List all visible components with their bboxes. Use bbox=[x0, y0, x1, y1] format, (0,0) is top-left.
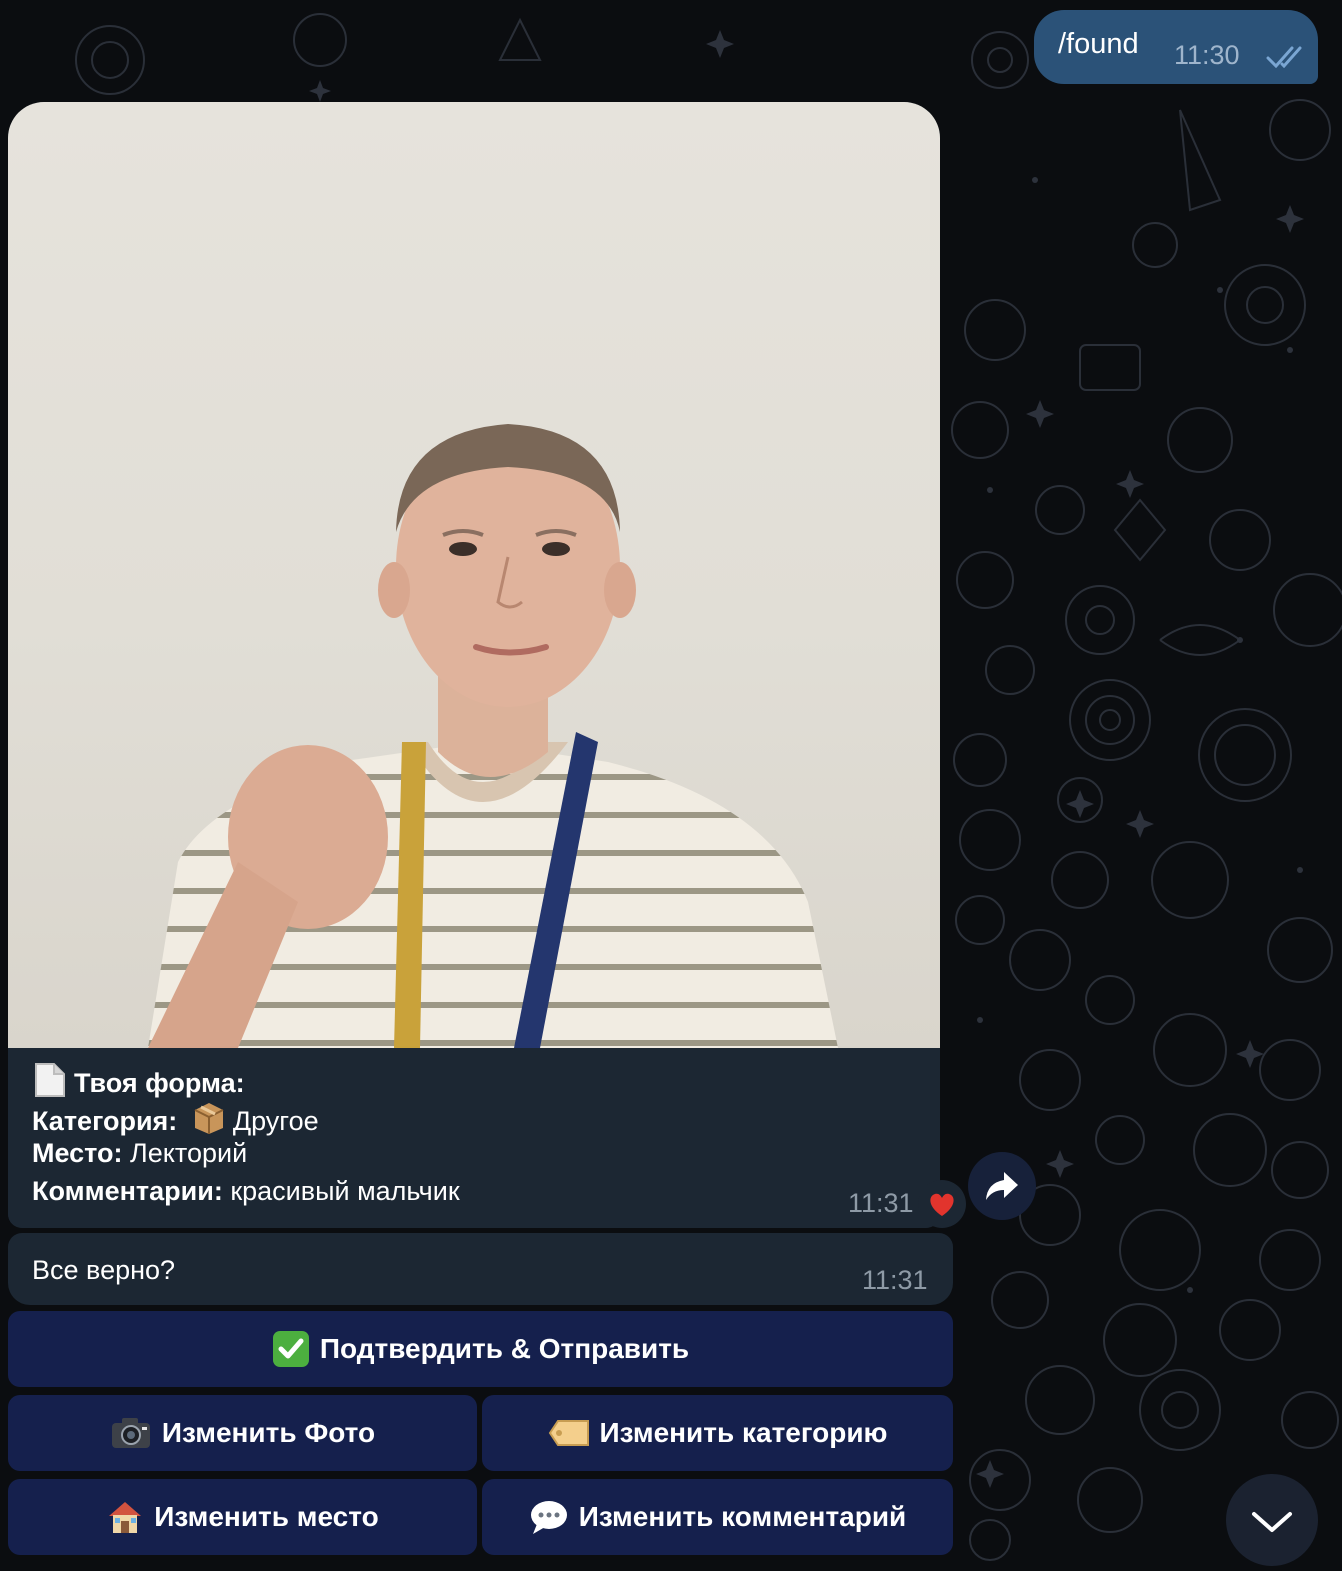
check-mark-icon bbox=[272, 1330, 310, 1368]
edit-category-button[interactable]: Изменить категорию bbox=[482, 1395, 953, 1471]
edit-place-button[interactable]: Изменить место bbox=[8, 1479, 477, 1555]
outgoing-message-bubble[interactable]: /found 11:30 bbox=[1034, 10, 1318, 84]
scroll-down-button[interactable] bbox=[1226, 1474, 1318, 1566]
chevron-down-icon bbox=[1252, 1512, 1292, 1532]
confirm-send-button[interactable]: Подтвердить & Отправить bbox=[8, 1311, 953, 1387]
comments-value: красивый мальчик bbox=[230, 1176, 460, 1206]
outgoing-message-time: 11:30 bbox=[1174, 40, 1240, 70]
place-label: Место: bbox=[32, 1138, 123, 1168]
camera-icon bbox=[110, 1416, 152, 1450]
confirm-question-text: Все верно? bbox=[32, 1255, 176, 1285]
house-icon bbox=[106, 1498, 144, 1536]
form-title: Твоя форма: bbox=[74, 1068, 245, 1098]
outgoing-message-text: /found bbox=[1058, 28, 1139, 60]
confirm-send-label: Подтвердить & Отправить bbox=[319, 1333, 690, 1364]
confirm-question-time: 11:31 bbox=[862, 1265, 928, 1295]
edit-comment-label: Изменить комментарий bbox=[578, 1501, 907, 1532]
forward-button[interactable] bbox=[968, 1152, 1036, 1220]
form-title-line: Твоя форма: bbox=[32, 1062, 245, 1105]
bot-photo-message: Твоя форма: Категория: Другое Место: Лек… bbox=[8, 102, 940, 1228]
person-photo-illustration bbox=[148, 424, 838, 1048]
comments-line: Комментарии: красивый мальчик bbox=[32, 1176, 460, 1207]
confirm-question-message: Все верно? 11:31 bbox=[8, 1233, 953, 1305]
edit-photo-label: Изменить Фото bbox=[161, 1417, 376, 1448]
edit-place-label: Изменить место bbox=[154, 1501, 379, 1532]
place-line: Место: Лекторий bbox=[32, 1138, 247, 1169]
edit-photo-button[interactable]: Изменить Фото bbox=[8, 1395, 477, 1471]
heart-icon[interactable] bbox=[918, 1180, 966, 1228]
double-check-icon bbox=[1266, 46, 1308, 73]
submitted-photo[interactable] bbox=[8, 102, 940, 1048]
form-caption: Твоя форма: Категория: Другое Место: Лек… bbox=[8, 1048, 940, 1228]
comments-label: Комментарии: bbox=[32, 1176, 223, 1206]
label-tag-icon bbox=[548, 1418, 590, 1448]
edit-category-label: Изменить категорию bbox=[599, 1417, 888, 1448]
photo-message-time: 11:31 bbox=[848, 1188, 914, 1218]
category-value: Другое bbox=[232, 1106, 319, 1136]
edit-comment-button[interactable]: Изменить комментарий bbox=[482, 1479, 953, 1555]
package-icon bbox=[191, 1100, 227, 1143]
speech-bubble-icon bbox=[529, 1498, 569, 1536]
place-value: Лекторий bbox=[130, 1138, 248, 1168]
category-line: Категория: Другое bbox=[32, 1100, 319, 1143]
forward-arrow-icon bbox=[986, 1172, 1018, 1200]
category-label: Категория: bbox=[32, 1106, 178, 1136]
document-icon bbox=[32, 1062, 66, 1105]
